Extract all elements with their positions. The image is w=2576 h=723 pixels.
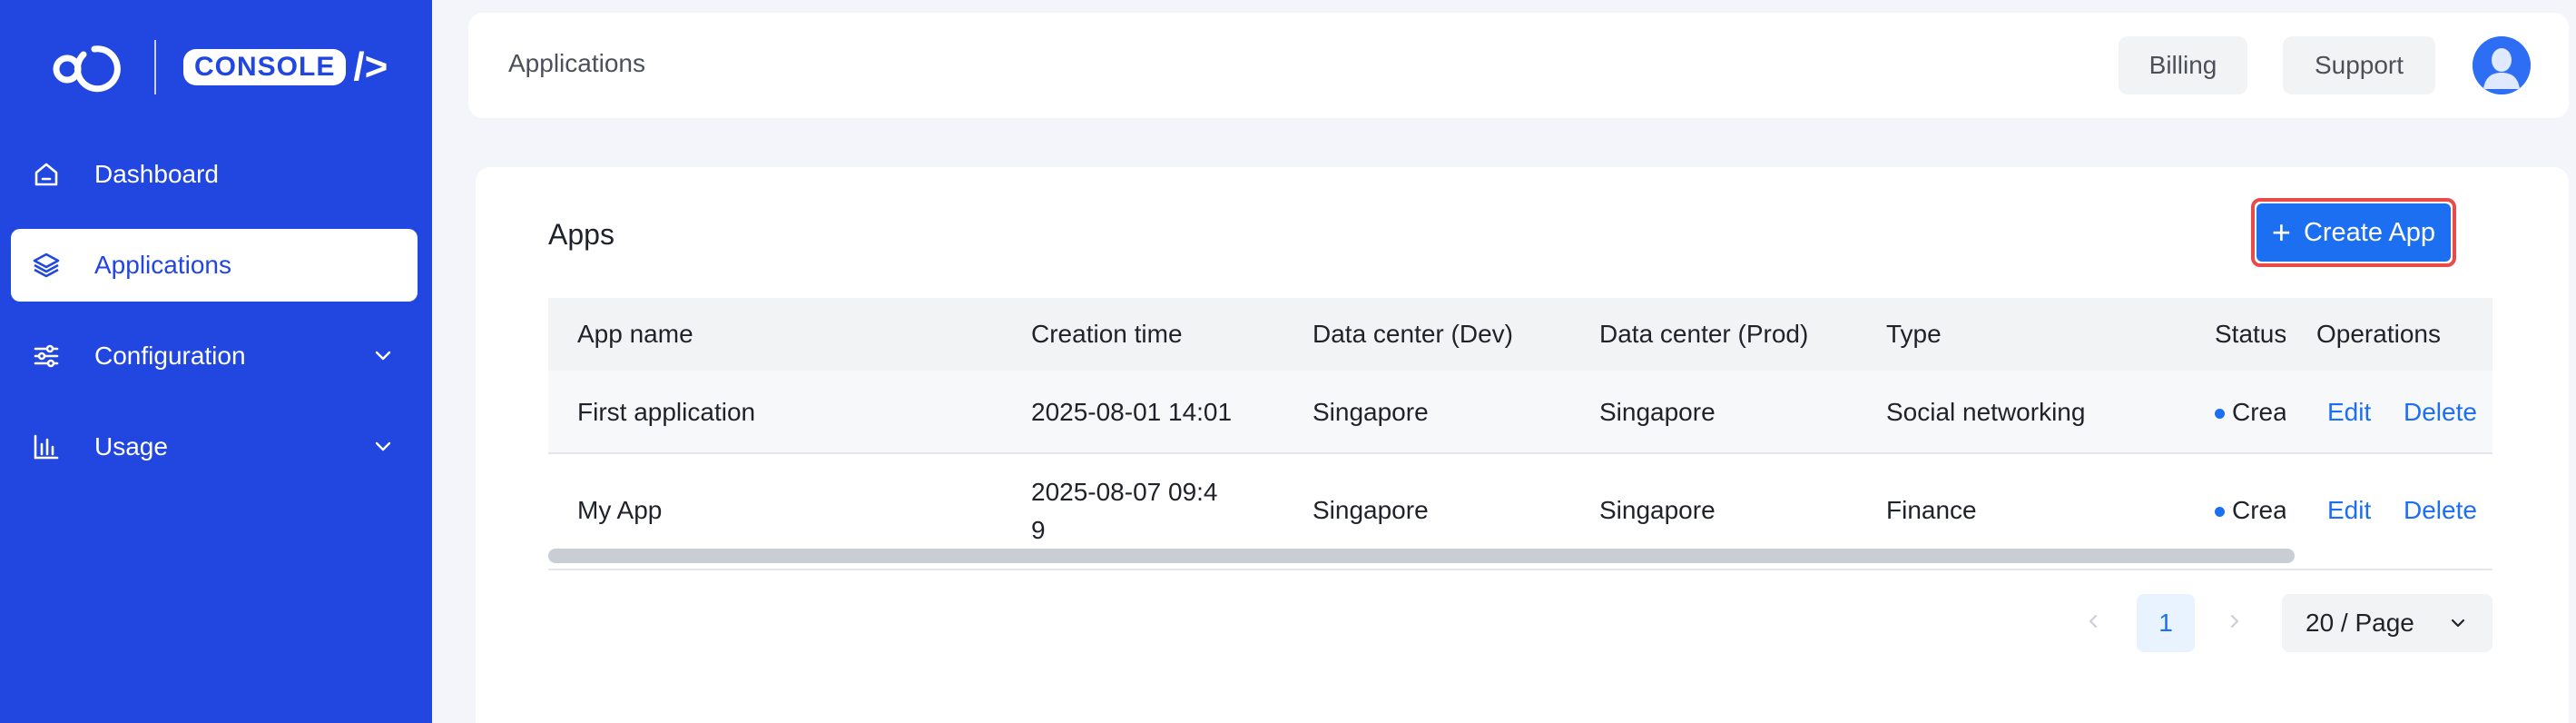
cell-app-name: My App: [577, 496, 663, 524]
home-icon: [31, 159, 62, 190]
create-app-button[interactable]: + Create App: [2256, 203, 2451, 262]
delete-link[interactable]: Delete: [2404, 496, 2477, 525]
layers-icon: [31, 250, 62, 281]
bar-chart-icon: [31, 431, 62, 462]
logo-mark-icon: [53, 45, 121, 93]
console-logo: CONSOLE />: [183, 47, 388, 87]
column-header-dc-dev: Data center (Dev): [1313, 320, 1513, 348]
edit-link[interactable]: Edit: [2327, 398, 2371, 427]
page-number-button[interactable]: 1: [2137, 594, 2195, 652]
cell-dc-dev: Singapore: [1313, 496, 1429, 524]
cell-dc-dev: Singapore: [1313, 398, 1429, 426]
page-size-select[interactable]: 20 / Page: [2282, 594, 2492, 652]
status-text: Crea: [2232, 398, 2286, 426]
cell-dc-prod: Singapore: [1599, 496, 1716, 524]
support-button[interactable]: Support: [2283, 36, 2435, 94]
prev-page-button[interactable]: [2075, 603, 2111, 639]
horizontal-scrollbar[interactable]: [548, 549, 2295, 563]
cell-app-name: First application: [577, 398, 756, 426]
console-logo-text: CONSOLE: [183, 49, 347, 85]
console-logo-glyph: />: [353, 45, 388, 89]
cell-type: Finance: [1886, 496, 1977, 524]
cell-type: Social networking: [1886, 398, 2086, 426]
top-header: Applications Billing Support: [468, 13, 2569, 118]
apps-table: App name Creation time Data center (Dev)…: [548, 298, 2492, 561]
column-header-operations: Operations: [2316, 320, 2441, 348]
create-app-label: Create App: [2303, 217, 2436, 247]
sidebar-item-usage[interactable]: Usage: [11, 411, 418, 483]
table-divider: [548, 569, 2492, 570]
column-header-app-name: App name: [577, 320, 693, 348]
chevron-left-icon: [2089, 615, 2097, 628]
cell-dc-prod: Singapore: [1599, 398, 1716, 426]
user-avatar-icon: [2473, 36, 2531, 94]
sidebar-item-configuration[interactable]: Configuration: [11, 320, 418, 392]
delete-link[interactable]: Delete: [2404, 398, 2477, 427]
chevron-right-icon: [2231, 615, 2238, 628]
billing-button[interactable]: Billing: [2119, 36, 2247, 94]
column-header-type: Type: [1886, 320, 1942, 348]
column-header-dc-prod: Data center (Prod): [1599, 320, 1809, 348]
brand-logo[interactable]: CONSOLE />: [47, 35, 388, 100]
apps-card: Apps + Create App App name Creation time…: [476, 167, 2569, 723]
sidebar-item-label: Dashboard: [94, 160, 219, 188]
column-header-creation-time: Creation time: [1031, 320, 1183, 348]
sidebar-item-label: Usage: [94, 432, 168, 461]
sidebar-item-label: Configuration: [94, 342, 246, 370]
status-dot: [2215, 507, 2225, 518]
page-size-value: 20 / Page: [2306, 609, 2414, 637]
sidebar-item-label: Applications: [94, 251, 231, 279]
brand-separator: [154, 40, 156, 94]
avatar[interactable]: [2473, 36, 2531, 94]
sidebar-item-dashboard[interactable]: Dashboard: [11, 138, 418, 211]
cell-creation-time-wrap: 9: [1031, 516, 1046, 544]
chevron-down-icon: [375, 441, 391, 451]
page-title: Applications: [508, 49, 645, 77]
table-header: App name Creation time Data center (Dev)…: [548, 298, 2492, 371]
status-dot: [2215, 409, 2225, 420]
sliders-icon: [31, 341, 62, 371]
table-row: My App 2025-08-07 09:4 9 Singapore Singa…: [548, 456, 2492, 561]
section-title: Apps: [548, 218, 615, 251]
edit-link[interactable]: Edit: [2327, 496, 2371, 525]
chevron-down-icon: [2451, 619, 2465, 628]
chevron-down-icon: [375, 351, 391, 361]
status-text: Crea: [2232, 496, 2286, 524]
cell-creation-time: 2025-08-07 09:4: [1031, 478, 1218, 506]
next-page-button[interactable]: [2217, 603, 2253, 639]
sidebar-item-applications[interactable]: Applications: [11, 229, 418, 302]
sidebar: CONSOLE /> Dashboard Applications Config…: [0, 0, 432, 723]
cell-status: Crea: [2215, 398, 2286, 427]
plus-icon: +: [2271, 213, 2291, 251]
table-row: First application 2025-08-01 14:01 Singa…: [548, 371, 2492, 454]
cell-creation-time: 2025-08-01 14:01: [1031, 398, 1233, 426]
column-header-status: Status: [2215, 320, 2286, 348]
cell-status: Crea: [2215, 496, 2286, 525]
